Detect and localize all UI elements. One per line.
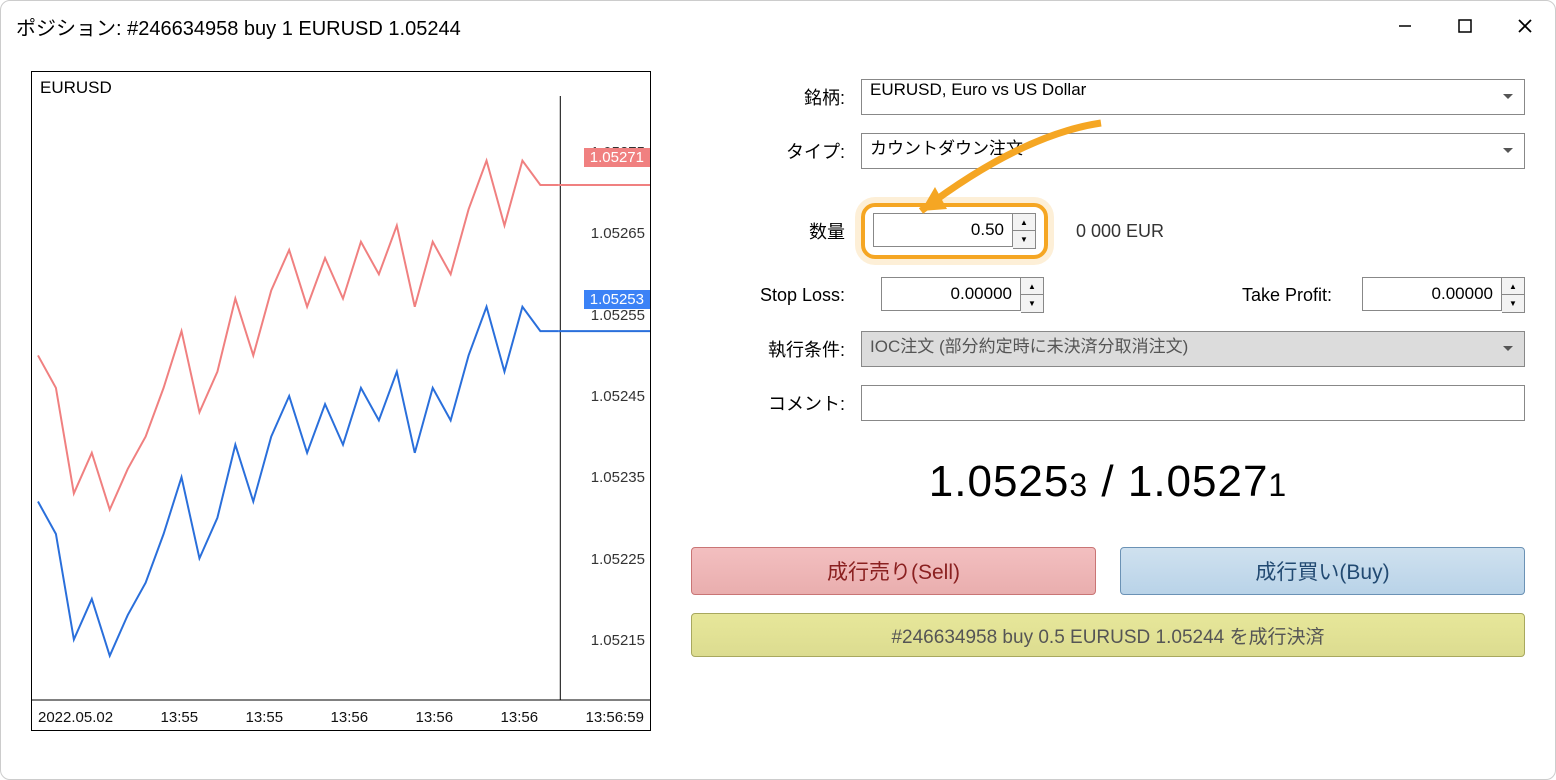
chart-canvas	[32, 72, 650, 730]
bid-price-tag: 1.05253	[584, 290, 650, 309]
x-tick-label: 13:56	[331, 709, 369, 726]
stop-loss-label: Stop Loss:	[691, 285, 851, 306]
type-label: タイプ:	[691, 138, 851, 164]
x-tick-label: 13:55	[246, 709, 284, 726]
x-tick-label: 2022.05.02	[38, 709, 113, 726]
take-profit-label: Take Profit:	[1242, 285, 1332, 306]
stop-loss-down-button[interactable]: ▼	[1021, 295, 1043, 312]
volume-down-button[interactable]: ▼	[1013, 231, 1035, 248]
window-title: ポジション: #246634958 buy 1 EURUSD 1.05244	[16, 12, 461, 41]
price-chart: EURUSD 1.052751.052651.052551.052451.052…	[31, 71, 651, 731]
take-profit-spinner: ▲ ▼	[1502, 277, 1525, 313]
volume-label: 数量	[691, 218, 851, 244]
bid-main: 1.0525	[929, 457, 1070, 506]
ask-main: 1.0527	[1128, 457, 1269, 506]
stop-loss-spinner: ▲ ▼	[1021, 277, 1044, 313]
window-body: EURUSD 1.052751.052651.052551.052451.052…	[1, 51, 1555, 751]
symbol-select[interactable]: EURUSD, Euro vs US Dollar	[861, 79, 1525, 115]
bid-ask-display: 1.05253 / 1.05271	[691, 457, 1525, 507]
take-profit-up-button[interactable]: ▲	[1502, 278, 1524, 295]
y-tick-label: 1.05225	[591, 551, 645, 568]
stop-loss-up-button[interactable]: ▲	[1021, 278, 1043, 295]
fill-policy-select: IOC注文 (部分約定時に未決済分取消注文)	[861, 331, 1525, 367]
y-tick-label: 1.05215	[591, 632, 645, 649]
ask-price-tag: 1.05271	[584, 148, 650, 167]
ask-last: 1	[1268, 467, 1287, 503]
order-form: 銘柄: EURUSD, Euro vs US Dollar タイプ: カウントダ…	[691, 71, 1525, 731]
volume-highlight: ▲ ▼	[861, 203, 1048, 259]
take-profit-down-button[interactable]: ▼	[1502, 295, 1524, 312]
buy-button[interactable]: 成行買い(Buy)	[1120, 547, 1525, 595]
volume-up-button[interactable]: ▲	[1013, 214, 1035, 231]
y-tick-label: 1.05245	[591, 388, 645, 405]
symbol-label: 銘柄:	[691, 84, 851, 110]
bid-last: 3	[1069, 467, 1088, 503]
x-tick-label: 13:55	[161, 709, 199, 726]
minimize-button[interactable]	[1375, 1, 1435, 51]
type-select[interactable]: カウントダウン注文	[861, 133, 1525, 169]
comment-input[interactable]	[861, 385, 1525, 421]
titlebar: ポジション: #246634958 buy 1 EURUSD 1.05244	[1, 1, 1555, 51]
y-tick-label: 1.05265	[591, 225, 645, 242]
take-profit-input[interactable]	[1362, 277, 1502, 311]
volume-suffix: 0 000 EUR	[1076, 221, 1164, 242]
close-position-button[interactable]: #246634958 buy 0.5 EURUSD 1.05244 を成行決済	[691, 613, 1525, 657]
y-tick-label: 1.05235	[591, 469, 645, 486]
fill-policy-label: 執行条件:	[691, 336, 851, 362]
comment-label: コメント:	[691, 390, 851, 416]
volume-input[interactable]	[873, 213, 1013, 247]
x-tick-label: 13:56	[501, 709, 539, 726]
close-window-button[interactable]	[1495, 1, 1555, 51]
stop-loss-input[interactable]	[881, 277, 1021, 311]
price-separator: /	[1088, 457, 1128, 506]
x-tick-label: 13:56	[416, 709, 454, 726]
sell-button[interactable]: 成行売り(Sell)	[691, 547, 1096, 595]
y-tick-label: 1.05255	[591, 307, 645, 324]
maximize-button[interactable]	[1435, 1, 1495, 51]
volume-spinner: ▲ ▼	[1013, 213, 1036, 249]
x-tick-label: 13:56:59	[586, 709, 644, 726]
window-controls	[1375, 1, 1555, 51]
order-window: ポジション: #246634958 buy 1 EURUSD 1.05244 E…	[0, 0, 1556, 780]
chart-x-axis: 2022.05.02 13:55 13:55 13:56 13:56 13:56 13:56…	[32, 709, 650, 726]
